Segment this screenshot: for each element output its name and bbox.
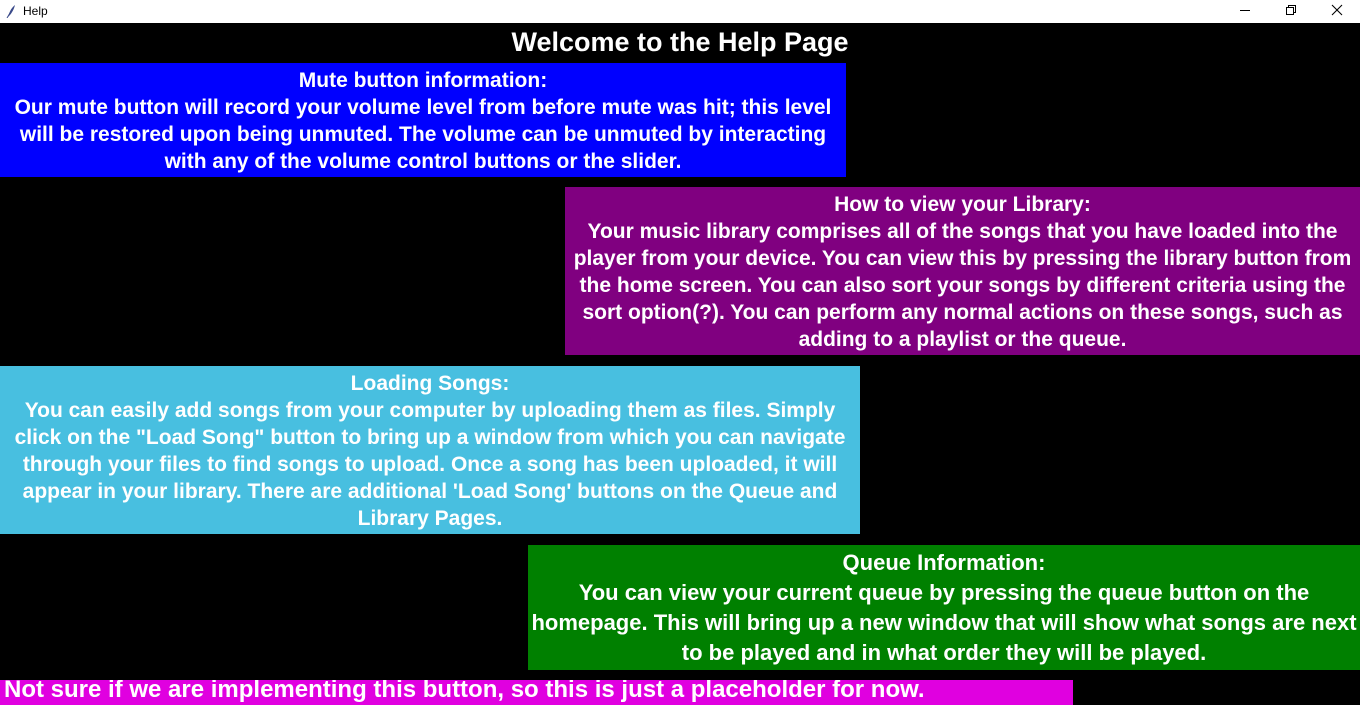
loading-songs-panel: Loading Songs: You can easily add songs …: [0, 366, 860, 534]
close-icon: [1331, 3, 1343, 21]
minimize-button[interactable]: [1222, 0, 1268, 23]
help-content: Welcome to the Help Page Mute button inf…: [0, 23, 1360, 705]
library-info-title: How to view your Library:: [834, 193, 1091, 216]
queue-info-panel: Queue Information: You can view your cur…: [528, 545, 1360, 670]
library-info-text: Your music library comprises all of the …: [573, 220, 1352, 351]
window-titlebar[interactable]: Help: [0, 0, 1360, 23]
restore-button[interactable]: [1268, 0, 1314, 23]
loading-songs-text: You can easily add songs from your compu…: [14, 399, 846, 530]
library-info-panel: How to view your Library: Your music lib…: [565, 187, 1360, 355]
feather-icon: [4, 4, 18, 19]
placeholder-button-label: Not sure if we are implementing this but…: [4, 680, 925, 703]
close-button[interactable]: [1314, 0, 1360, 23]
minimize-icon: [1239, 3, 1251, 21]
queue-info-text: You can view your current queue by press…: [531, 580, 1357, 665]
loading-songs-title: Loading Songs:: [350, 372, 510, 395]
mute-info-title: Mute button information:: [298, 69, 548, 92]
page-title: Welcome to the Help Page: [511, 27, 849, 57]
placeholder-button[interactable]: Not sure if we are implementing this but…: [0, 680, 1073, 705]
mute-info-panel: Mute button information: Our mute button…: [0, 63, 846, 177]
window-title: Help: [23, 4, 48, 18]
restore-icon: [1285, 3, 1297, 21]
mute-info-text: Our mute button will record your volume …: [14, 96, 832, 173]
queue-info-title: Queue Information:: [842, 550, 1046, 575]
